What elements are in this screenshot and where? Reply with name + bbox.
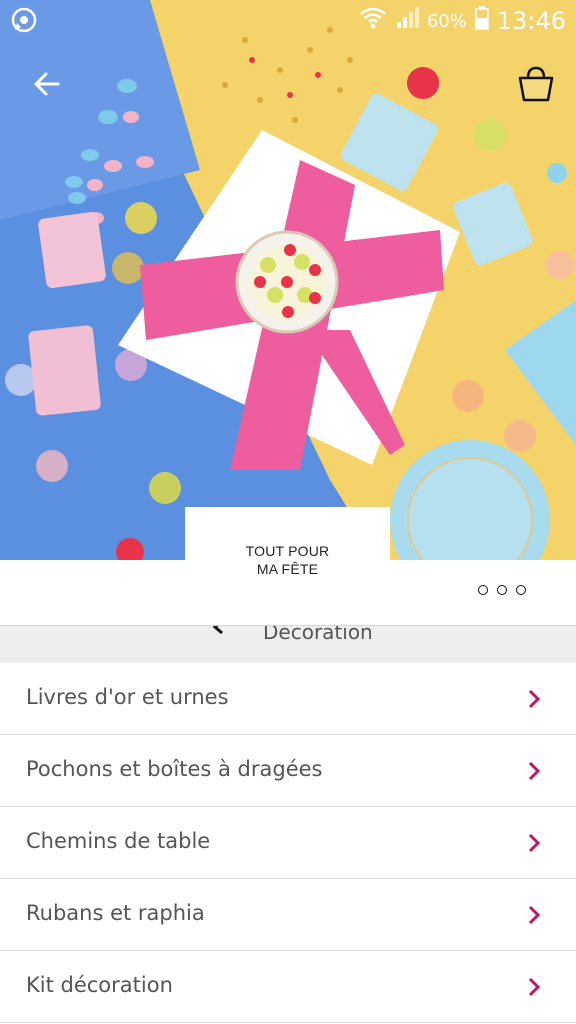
hero-banner[interactable] [0, 0, 576, 560]
back-arrow-icon[interactable] [28, 64, 68, 104]
chevron-right-icon [528, 689, 540, 709]
signal-icon [395, 6, 419, 36]
list-item[interactable]: Pochons et boîtes à dragées [0, 735, 576, 807]
category-header[interactable]: Décoration [0, 625, 576, 665]
list-item-label: Chemins de table [26, 829, 211, 853]
list-item-label: Livres d'or et urnes [26, 685, 229, 709]
list-item[interactable]: Chemins de table [0, 807, 576, 879]
list-item[interactable]: Rubans et raphia [0, 879, 576, 951]
clock: 13:46 [496, 7, 566, 35]
carousel-dot [478, 585, 488, 595]
carousel-dot [516, 585, 526, 595]
list-item[interactable]: Kit décoration [0, 951, 576, 1023]
list-item-label: Rubans et raphia [26, 901, 205, 925]
shopping-bag-icon[interactable] [514, 62, 558, 106]
category-title: Décoration [263, 625, 373, 644]
list-item-label: Pochons et boîtes à dragées [26, 757, 323, 781]
hero-caption[interactable]: TOUT POUR MA FÊTE [185, 507, 390, 577]
subcategory-list: Livres d'or et urnes Pochons et boîtes à… [0, 663, 576, 1023]
battery-icon [475, 6, 489, 36]
hero-image [0, 0, 576, 560]
chevron-left-icon[interactable] [212, 625, 226, 634]
whatsapp-icon [10, 6, 38, 38]
list-item-label: Kit décoration [26, 973, 173, 997]
chevron-right-icon [528, 977, 540, 997]
chevron-right-icon [528, 761, 540, 781]
battery-percent: 60% [426, 10, 467, 32]
chevron-right-icon [528, 905, 540, 925]
carousel-indicator[interactable] [478, 585, 526, 595]
chevron-right-icon [528, 833, 540, 853]
status-bar: 60% 13:46 [0, 0, 576, 40]
caption-line-2: MA FÊTE [256, 561, 319, 577]
list-item[interactable]: Livres d'or et urnes [0, 663, 576, 735]
wifi-icon [359, 6, 387, 36]
carousel-dot [497, 585, 507, 595]
caption-line-1: TOUT POUR [245, 543, 330, 559]
